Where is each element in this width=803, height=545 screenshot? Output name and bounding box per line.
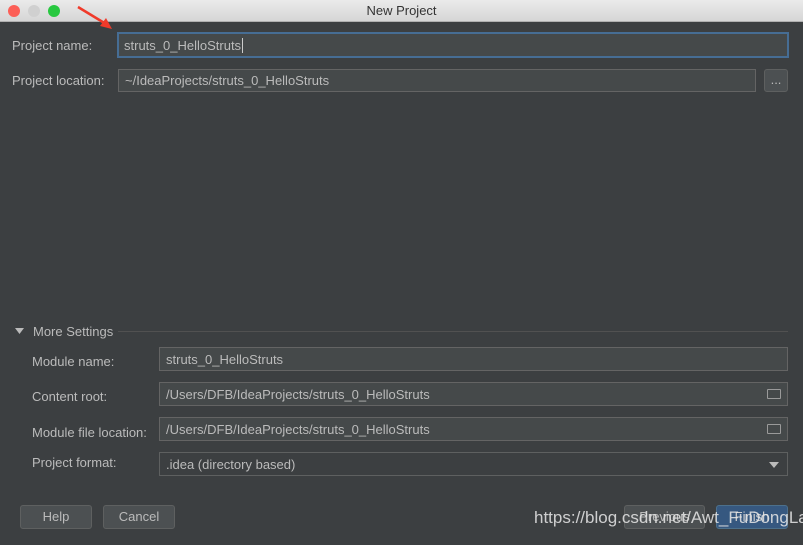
close-window-button[interactable] [8, 5, 20, 17]
project-name-input[interactable]: struts_0_HelloStruts [117, 32, 789, 58]
red-arrow-annotation-icon [77, 5, 112, 29]
module-name-input[interactable]: struts_0_HelloStruts [159, 347, 788, 371]
content-root-label: Content root: [32, 389, 108, 404]
module-name-value: struts_0_HelloStruts [166, 351, 284, 367]
content-root-input[interactable]: /Users/DFB/IdeaProjects/struts_0_HelloSt… [159, 382, 788, 406]
chevron-down-icon [769, 462, 779, 468]
project-location-input[interactable]: ~/IdeaProjects/struts_0_HelloStruts [118, 69, 756, 92]
browse-button[interactable]: ... [764, 69, 788, 92]
help-button[interactable]: Help [20, 505, 92, 529]
module-name-label: Module name: [32, 354, 115, 369]
module-file-location-input[interactable]: /Users/DFB/IdeaProjects/struts_0_HelloSt… [159, 417, 788, 441]
module-file-location-value: /Users/DFB/IdeaProjects/struts_0_HelloSt… [166, 421, 430, 437]
module-file-location-label: Module file location: [32, 425, 147, 440]
project-format-label: Project format: [32, 455, 117, 470]
project-name-label: Project name: [12, 38, 93, 53]
minimize-window-button[interactable] [28, 5, 40, 17]
content-root-value: /Users/DFB/IdeaProjects/struts_0_HelloSt… [166, 386, 430, 402]
watermark: https://blog.csdn.net/Awt_FuDongLai [534, 508, 803, 527]
divider [118, 331, 788, 332]
window-title: New Project [366, 3, 437, 18]
cancel-button[interactable]: Cancel [103, 505, 175, 529]
project-location-label: Project location: [12, 73, 105, 88]
zoom-window-button[interactable] [48, 5, 60, 17]
project-name-value: struts_0_HelloStruts [124, 37, 242, 53]
project-format-value: .idea (directory based) [166, 456, 296, 472]
project-format-select[interactable]: .idea (directory based) [159, 452, 788, 476]
collapse-triangle-icon[interactable] [15, 327, 25, 335]
folder-icon[interactable] [767, 424, 781, 434]
folder-icon[interactable] [767, 389, 781, 399]
more-settings-toggle[interactable]: More Settings [33, 324, 113, 339]
project-location-value: ~/IdeaProjects/struts_0_HelloStruts [125, 73, 330, 88]
title-bar: New Project [0, 0, 803, 22]
